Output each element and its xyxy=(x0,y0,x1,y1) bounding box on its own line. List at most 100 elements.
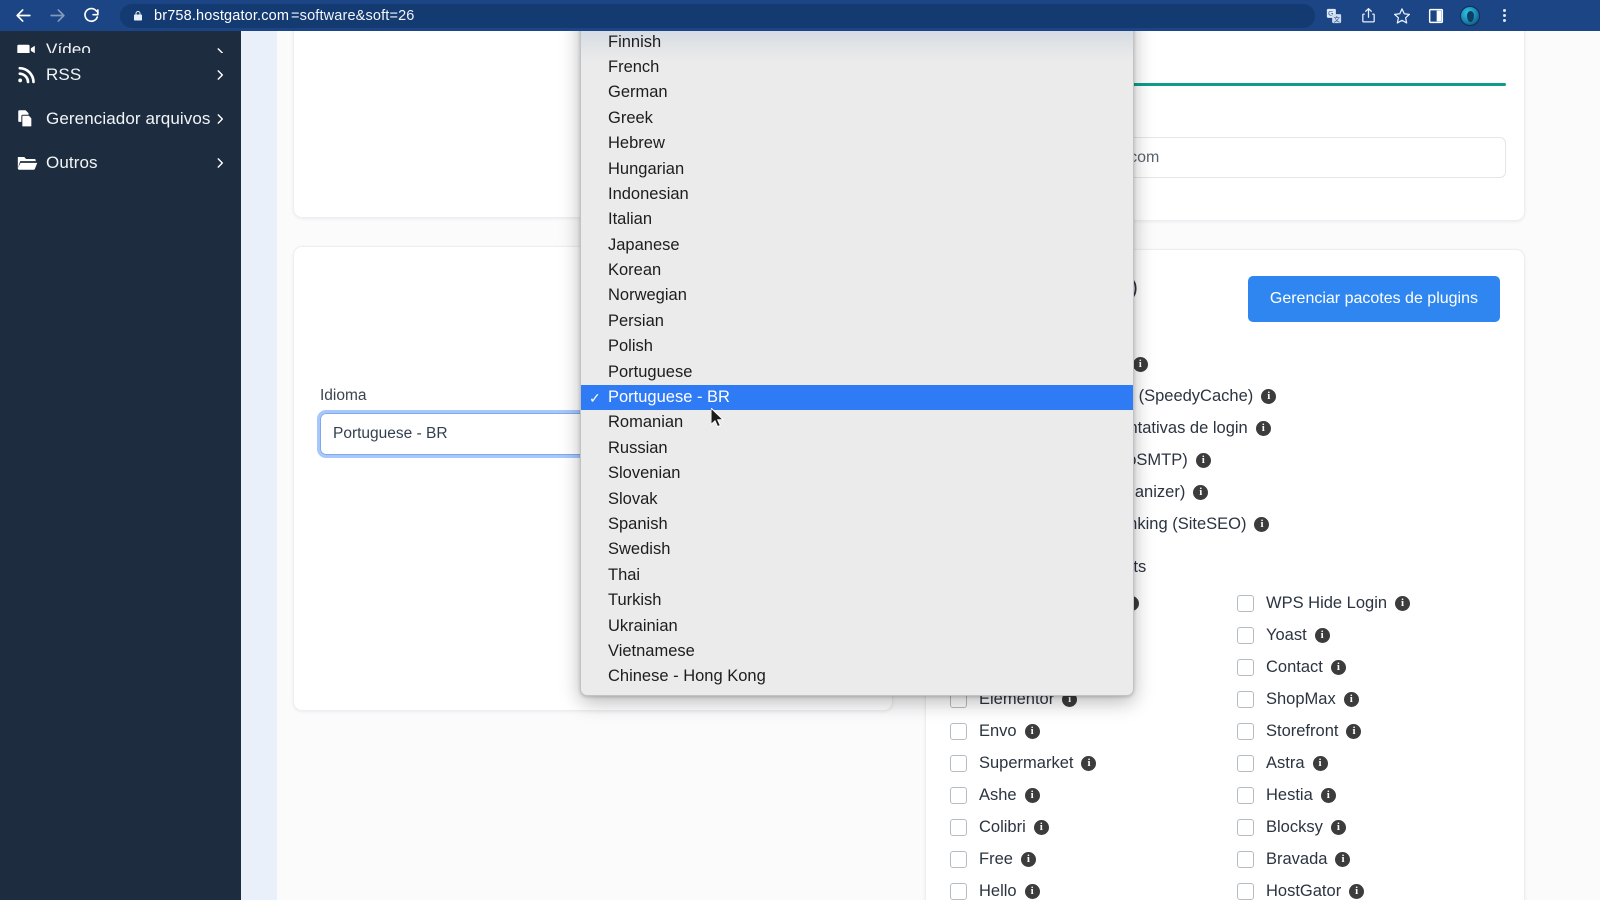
back-button[interactable] xyxy=(6,0,40,31)
dropdown-option-label: Swedish xyxy=(608,540,671,559)
dropdown-option[interactable]: Korean xyxy=(581,258,1133,283)
address-bar[interactable]: br758.hostgator.com =software&soft=26 xyxy=(120,3,1315,28)
plugin-set-row[interactable]: Storefront i xyxy=(1237,715,1500,747)
dropdown-option[interactable]: Chinese - Hong Kong xyxy=(581,664,1133,689)
profile-avatar[interactable] xyxy=(1453,0,1487,31)
checkbox[interactable] xyxy=(1237,594,1254,612)
sidebar-item-outros[interactable]: Outros xyxy=(0,141,241,185)
info-icon[interactable]: i xyxy=(1330,659,1346,675)
dropdown-option[interactable]: Japanese xyxy=(581,233,1133,258)
checkbox[interactable] xyxy=(1237,882,1254,900)
info-icon[interactable]: i xyxy=(1349,883,1365,899)
language-dropdown-popup[interactable]: DutchFinnishFrenchGermanGreekHebrewHunga… xyxy=(580,31,1134,696)
checkbox[interactable] xyxy=(1237,786,1254,804)
checkbox[interactable] xyxy=(950,818,967,836)
info-icon[interactable]: i xyxy=(1335,851,1351,867)
dropdown-option[interactable]: Persian xyxy=(581,309,1133,334)
info-icon[interactable]: i xyxy=(1033,819,1049,835)
info-icon[interactable]: i xyxy=(1195,452,1211,468)
file-manager-icon xyxy=(16,109,46,129)
dropdown-option[interactable]: French xyxy=(581,55,1133,80)
checkbox[interactable] xyxy=(1237,722,1254,740)
info-icon[interactable]: i xyxy=(1314,627,1330,643)
plugin-set-row[interactable]: Yoast i xyxy=(1237,619,1500,651)
dropdown-option[interactable]: Slovak xyxy=(581,486,1133,511)
info-icon[interactable]: i xyxy=(1346,723,1362,739)
forward-button[interactable] xyxy=(40,0,74,31)
checkbox[interactable] xyxy=(950,754,967,772)
checkbox[interactable] xyxy=(1237,754,1254,772)
checkbox[interactable] xyxy=(950,722,967,740)
sidebar-item-rss[interactable]: RSS xyxy=(0,53,241,97)
plugin-set-row[interactable]: Envo i xyxy=(950,715,1213,747)
dropdown-option[interactable]: Slovenian xyxy=(581,461,1133,486)
dropdown-option[interactable]: ✓ Portuguese - BR xyxy=(581,384,1133,411)
info-icon[interactable]: i xyxy=(1081,755,1097,771)
dropdown-option[interactable]: Turkish xyxy=(581,588,1133,613)
info-icon[interactable]: i xyxy=(1330,819,1346,835)
dropdown-option[interactable]: Russian xyxy=(581,436,1133,461)
dropdown-option[interactable]: Romanian xyxy=(581,410,1133,435)
share-icon[interactable] xyxy=(1351,0,1385,31)
dropdown-option[interactable]: Italian xyxy=(581,207,1133,232)
plugin-set-row[interactable]: Bravada i xyxy=(1237,843,1500,875)
plugin-set-row[interactable]: Ashe i xyxy=(950,779,1213,811)
translate-icon[interactable]: G文 xyxy=(1317,0,1351,31)
checkbox[interactable] xyxy=(1237,690,1254,708)
checkbox-label: Ashe xyxy=(979,785,1017,804)
info-icon[interactable]: i xyxy=(1024,723,1040,739)
dropdown-option[interactable]: Hebrew xyxy=(581,131,1133,156)
dropdown-option[interactable]: Portuguese xyxy=(581,359,1133,384)
info-icon[interactable]: i xyxy=(1024,787,1040,803)
dropdown-option[interactable]: Indonesian xyxy=(581,182,1133,207)
dropdown-option[interactable]: Vietnamese xyxy=(581,639,1133,664)
info-icon[interactable]: i xyxy=(1132,356,1148,372)
side-panel-icon[interactable] xyxy=(1419,0,1453,31)
plugin-set-row[interactable]: Free i xyxy=(950,843,1213,875)
dropdown-option[interactable]: Spanish xyxy=(581,512,1133,537)
checkbox[interactable] xyxy=(1237,850,1254,868)
plugin-set-row[interactable]: Astra i xyxy=(1237,747,1500,779)
checkbox[interactable] xyxy=(1237,658,1254,676)
info-icon[interactable]: i xyxy=(1320,787,1336,803)
info-icon[interactable]: i xyxy=(1020,851,1036,867)
info-icon[interactable]: i xyxy=(1261,388,1277,404)
sidebar-item-video[interactable]: Vídeo xyxy=(0,31,241,53)
plugin-set-row[interactable]: Supermarket i xyxy=(950,747,1213,779)
dropdown-option[interactable]: Swedish xyxy=(581,537,1133,562)
info-icon[interactable]: i xyxy=(1193,484,1209,500)
dropdown-option[interactable]: Polish xyxy=(581,334,1133,359)
dropdown-option[interactable]: Hungarian xyxy=(581,156,1133,181)
info-icon[interactable]: i xyxy=(1254,516,1270,532)
dropdown-option[interactable]: Greek xyxy=(581,106,1133,131)
plugin-set-row[interactable]: Contact i xyxy=(1237,651,1500,683)
plugin-set-row[interactable]: Colibri i xyxy=(950,811,1213,843)
plugin-set-row[interactable]: Hestia i xyxy=(1237,779,1500,811)
dropdown-option[interactable]: Thai xyxy=(581,563,1133,588)
dropdown-option[interactable]: Ukrainian xyxy=(581,613,1133,638)
plugin-set-row[interactable]: WPS Hide Login i xyxy=(1237,587,1500,619)
plugin-set-row[interactable]: Blocksy i xyxy=(1237,811,1500,843)
info-icon[interactable]: i xyxy=(1255,420,1271,436)
info-icon[interactable]: i xyxy=(1395,595,1411,611)
manage-plugin-packages-button[interactable]: Gerenciar pacotes de plugins xyxy=(1247,276,1500,322)
info-icon[interactable]: i xyxy=(1312,755,1328,771)
bookmark-star-icon[interactable] xyxy=(1385,0,1419,31)
dropdown-option-label: Romanian xyxy=(608,413,684,432)
sidebar-item-gerenciador-arquivos[interactable]: Gerenciador arquivos xyxy=(0,97,241,141)
dropdown-option[interactable]: German xyxy=(581,80,1133,105)
checkbox[interactable] xyxy=(950,882,967,900)
checkbox[interactable] xyxy=(950,850,967,868)
info-icon[interactable]: i xyxy=(1024,883,1040,899)
plugin-set-row[interactable]: HostGator i xyxy=(1237,875,1500,900)
checkbox[interactable] xyxy=(950,786,967,804)
checkbox[interactable] xyxy=(1237,818,1254,836)
kebab-menu-icon[interactable] xyxy=(1487,0,1521,31)
plugin-set-row[interactable]: Hello i xyxy=(950,875,1213,900)
reload-button[interactable] xyxy=(74,0,108,31)
dropdown-option[interactable]: Norwegian xyxy=(581,283,1133,308)
checkbox[interactable] xyxy=(1237,626,1254,644)
plugin-set-row[interactable]: ShopMax i xyxy=(1237,683,1500,715)
dropdown-option[interactable]: Finnish xyxy=(581,31,1133,55)
info-icon[interactable]: i xyxy=(1343,691,1359,707)
